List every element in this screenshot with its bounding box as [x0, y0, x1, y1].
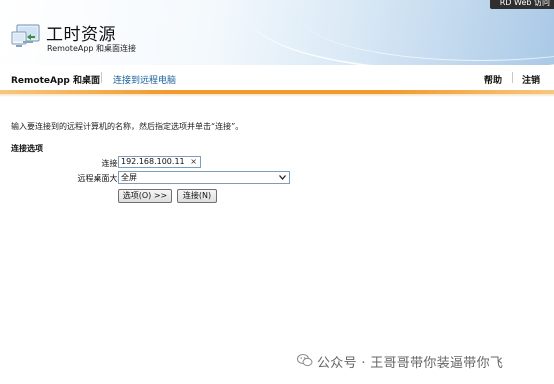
rd-web-label: RD Web 访问: [489, 0, 554, 9]
page-subtitle: RemoteApp 和桌面连接: [47, 44, 137, 53]
connect-to-value: 192.168.100.11: [121, 157, 185, 166]
remote-desktop-logo-icon: [11, 24, 40, 47]
desktop-size-value: 全屏: [121, 173, 137, 182]
wechat-icon: [297, 354, 313, 367]
header-banner: RD Web 访问 工时资源 RemoteApp 和桌面连接: [0, 0, 554, 65]
desktop-size-select[interactable]: 全屏: [118, 171, 290, 184]
watermark-text: 公众号 · 王哥哥带你装逼带你飞: [317, 356, 504, 371]
logout-link[interactable]: 注销: [522, 73, 540, 86]
help-link[interactable]: 帮助: [484, 73, 502, 86]
tab-remoteapp-desktops[interactable]: RemoteApp 和桌面: [11, 73, 100, 86]
nav-divider: [101, 72, 102, 83]
instruction-text: 输入要连接到的远程计算机的名称，然后指定选项并单击“连接”。: [11, 122, 244, 131]
connect-button[interactable]: 连接(N): [177, 189, 217, 203]
connect-to-input[interactable]: 192.168.100.11 ×: [118, 156, 201, 168]
nav-divider: [512, 72, 513, 83]
chevron-down-icon: [279, 175, 286, 180]
section-title: 连接选项: [11, 144, 43, 153]
accent-bar-shadow: [0, 94, 554, 97]
top-nav: RemoteApp 和桌面 连接到远程电脑 帮助 注销: [0, 65, 554, 90]
tab-connect-remote-pc[interactable]: 连接到远程电脑: [113, 73, 176, 86]
clear-input-icon[interactable]: ×: [190, 157, 197, 167]
options-button[interactable]: 选项(O) >>: [118, 189, 172, 203]
page-title: 工时资源: [46, 25, 116, 45]
